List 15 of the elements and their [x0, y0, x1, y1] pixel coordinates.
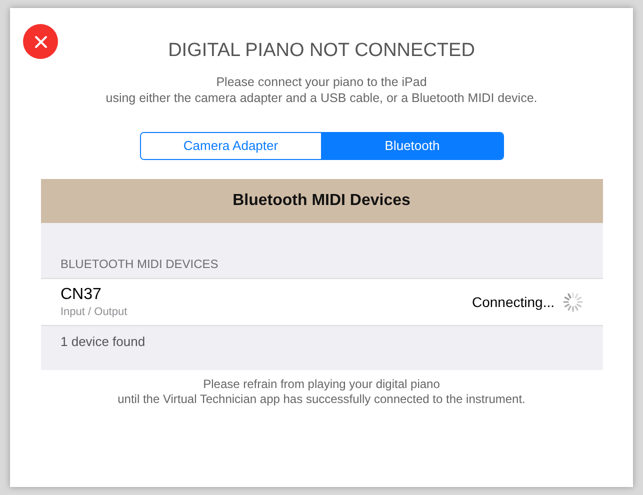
note-text: Please refrain from playing your digital piano: [203, 377, 440, 392]
dialog-title: DIGITAL PIANO NOT CONNECTED: [168, 40, 475, 62]
close-icon: [34, 34, 48, 48]
panel-header: Bluetooth MIDI Devices: [40, 179, 602, 223]
device-count: 1 device found: [60, 333, 146, 351]
segment-tab[interactable]: Bluetooth: [321, 133, 502, 159]
instruction-text: using either the camera adapter and a USB cable, or a Bluetooth MIDI device.: [106, 90, 538, 106]
close-button[interactable]: [23, 24, 58, 59]
device-detail: Input / Output: [60, 304, 128, 320]
section-header: BLUETOOTH MIDI DEVICES: [60, 256, 220, 273]
device-row[interactable]: CN37 Input / Output Connecting...: [40, 278, 602, 326]
note-text: until the Virtual Technician app has successfully connected to the instrument.: [118, 392, 526, 407]
device-name: CN37: [60, 284, 102, 304]
instruction-text: Please connect your piano to the iPad: [216, 74, 427, 90]
connection-status: Connecting...: [472, 292, 554, 312]
